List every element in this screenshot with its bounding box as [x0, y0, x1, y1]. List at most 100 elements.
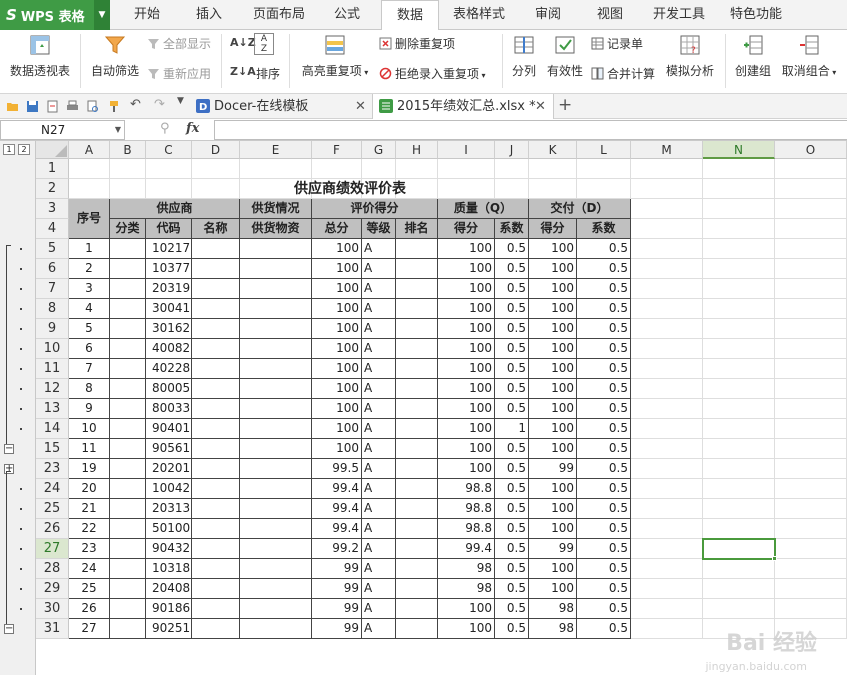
table-cell[interactable]: A	[362, 459, 396, 479]
header-total[interactable]: 总分	[312, 219, 362, 239]
table-cell[interactable]: 100	[312, 359, 362, 379]
row-header-11[interactable]: 11	[36, 359, 69, 379]
table-cell[interactable]: A	[362, 399, 396, 419]
table-cell[interactable]	[396, 459, 438, 479]
sort-ascending-button[interactable]: A↓Z	[230, 35, 256, 49]
row-header-29[interactable]: 29	[36, 579, 69, 599]
table-cell[interactable]: A	[362, 379, 396, 399]
record-form-button[interactable]: 记录单	[591, 35, 643, 52]
cell[interactable]	[703, 239, 775, 259]
column-header-k[interactable]: K	[529, 141, 577, 159]
table-cell[interactable]	[396, 339, 438, 359]
sort-button[interactable]: 排序	[256, 65, 280, 82]
table-cell[interactable]: A	[362, 259, 396, 279]
cell[interactable]	[703, 439, 775, 459]
table-cell[interactable]	[240, 419, 312, 439]
cell[interactable]	[631, 219, 703, 239]
table-cell[interactable]: 0.5	[577, 419, 631, 439]
table-cell[interactable]: 30041	[146, 299, 192, 319]
table-cell[interactable]: 80005	[146, 379, 192, 399]
column-header-j[interactable]: J	[495, 141, 529, 159]
table-cell[interactable]	[192, 479, 240, 499]
table-cell[interactable]: 100	[312, 279, 362, 299]
row-header-7[interactable]: 7	[36, 279, 69, 299]
undo-icon[interactable]: ↶	[130, 97, 143, 112]
table-cell[interactable]: 100	[438, 359, 495, 379]
table-cell[interactable]: 0.5	[577, 559, 631, 579]
table-cell[interactable]	[110, 239, 146, 259]
table-cell[interactable]: 100	[312, 399, 362, 419]
table-cell[interactable]	[396, 559, 438, 579]
table-cell[interactable]	[396, 439, 438, 459]
table-cell[interactable]	[240, 279, 312, 299]
column-header-h[interactable]: H	[396, 141, 438, 159]
table-cell[interactable]: 10318	[146, 559, 192, 579]
column-header-a[interactable]: A	[69, 141, 110, 159]
header-seq[interactable]: 序号	[69, 199, 110, 239]
table-cell[interactable]: 99.4	[312, 479, 362, 499]
table-cell[interactable]	[192, 399, 240, 419]
simulate-analysis-button[interactable]: ? 模拟分析	[664, 34, 716, 79]
column-header-l[interactable]: L	[577, 141, 631, 159]
row-header-9[interactable]: 9	[36, 319, 69, 339]
table-cell[interactable]: 99	[529, 539, 577, 559]
save-icon[interactable]	[26, 100, 39, 113]
collapse-group-button[interactable]: −	[4, 624, 14, 634]
header-supplier[interactable]: 供应商	[110, 199, 240, 219]
header-q-coef[interactable]: 系数	[495, 219, 529, 239]
cell[interactable]	[703, 479, 775, 499]
header-name[interactable]: 名称	[192, 219, 240, 239]
table-cell[interactable]	[110, 299, 146, 319]
table-cell[interactable]: 100	[312, 419, 362, 439]
tab-formula[interactable]: 公式	[324, 0, 370, 30]
table-cell[interactable]	[110, 399, 146, 419]
table-cell[interactable]	[396, 539, 438, 559]
cell[interactable]	[192, 159, 240, 179]
table-cell[interactable]: 21	[69, 499, 110, 519]
table-cell[interactable]: 100	[529, 399, 577, 419]
cell[interactable]	[775, 199, 847, 219]
column-header-g[interactable]: G	[362, 141, 396, 159]
table-cell[interactable]: 100	[529, 279, 577, 299]
table-cell[interactable]: 0.5	[495, 559, 529, 579]
cell[interactable]	[631, 539, 703, 559]
table-cell[interactable]	[110, 559, 146, 579]
table-cell[interactable]: 100	[438, 279, 495, 299]
table-cell[interactable]: 100	[312, 299, 362, 319]
table-cell[interactable]: 5	[69, 319, 110, 339]
cell[interactable]	[775, 179, 847, 199]
table-cell[interactable]	[396, 259, 438, 279]
table-cell[interactable]	[396, 279, 438, 299]
outline-level-2-button[interactable]: 2	[18, 144, 30, 155]
table-cell[interactable]	[110, 319, 146, 339]
reapply-button[interactable]: 重新应用	[147, 65, 211, 82]
table-cell[interactable]: 100	[312, 439, 362, 459]
table-cell[interactable]	[192, 239, 240, 259]
zoom-search-icon[interactable]: ⚲	[160, 121, 170, 136]
table-cell[interactable]: 100	[438, 439, 495, 459]
table-cell[interactable]	[240, 479, 312, 499]
table-cell[interactable]	[240, 259, 312, 279]
table-cell[interactable]: A	[362, 619, 396, 639]
cell[interactable]	[775, 559, 847, 579]
table-cell[interactable]: 100	[529, 379, 577, 399]
cell[interactable]	[775, 339, 847, 359]
table-cell[interactable]: 90401	[146, 419, 192, 439]
table-cell[interactable]: 1	[495, 419, 529, 439]
cell[interactable]	[631, 399, 703, 419]
table-cell[interactable]: 0.5	[577, 299, 631, 319]
table-cell[interactable]: A	[362, 559, 396, 579]
table-cell[interactable]: 0.5	[495, 339, 529, 359]
table-cell[interactable]	[110, 479, 146, 499]
table-cell[interactable]	[396, 519, 438, 539]
cell[interactable]	[631, 379, 703, 399]
redo-icon[interactable]: ↷	[154, 97, 167, 112]
cell[interactable]	[146, 159, 192, 179]
table-cell[interactable]	[396, 299, 438, 319]
table-cell[interactable]: 100	[438, 299, 495, 319]
cell[interactable]	[631, 359, 703, 379]
cell[interactable]	[312, 159, 362, 179]
table-cell[interactable]: 3	[69, 279, 110, 299]
row-header-14[interactable]: 14	[36, 419, 69, 439]
table-cell[interactable]: A	[362, 579, 396, 599]
